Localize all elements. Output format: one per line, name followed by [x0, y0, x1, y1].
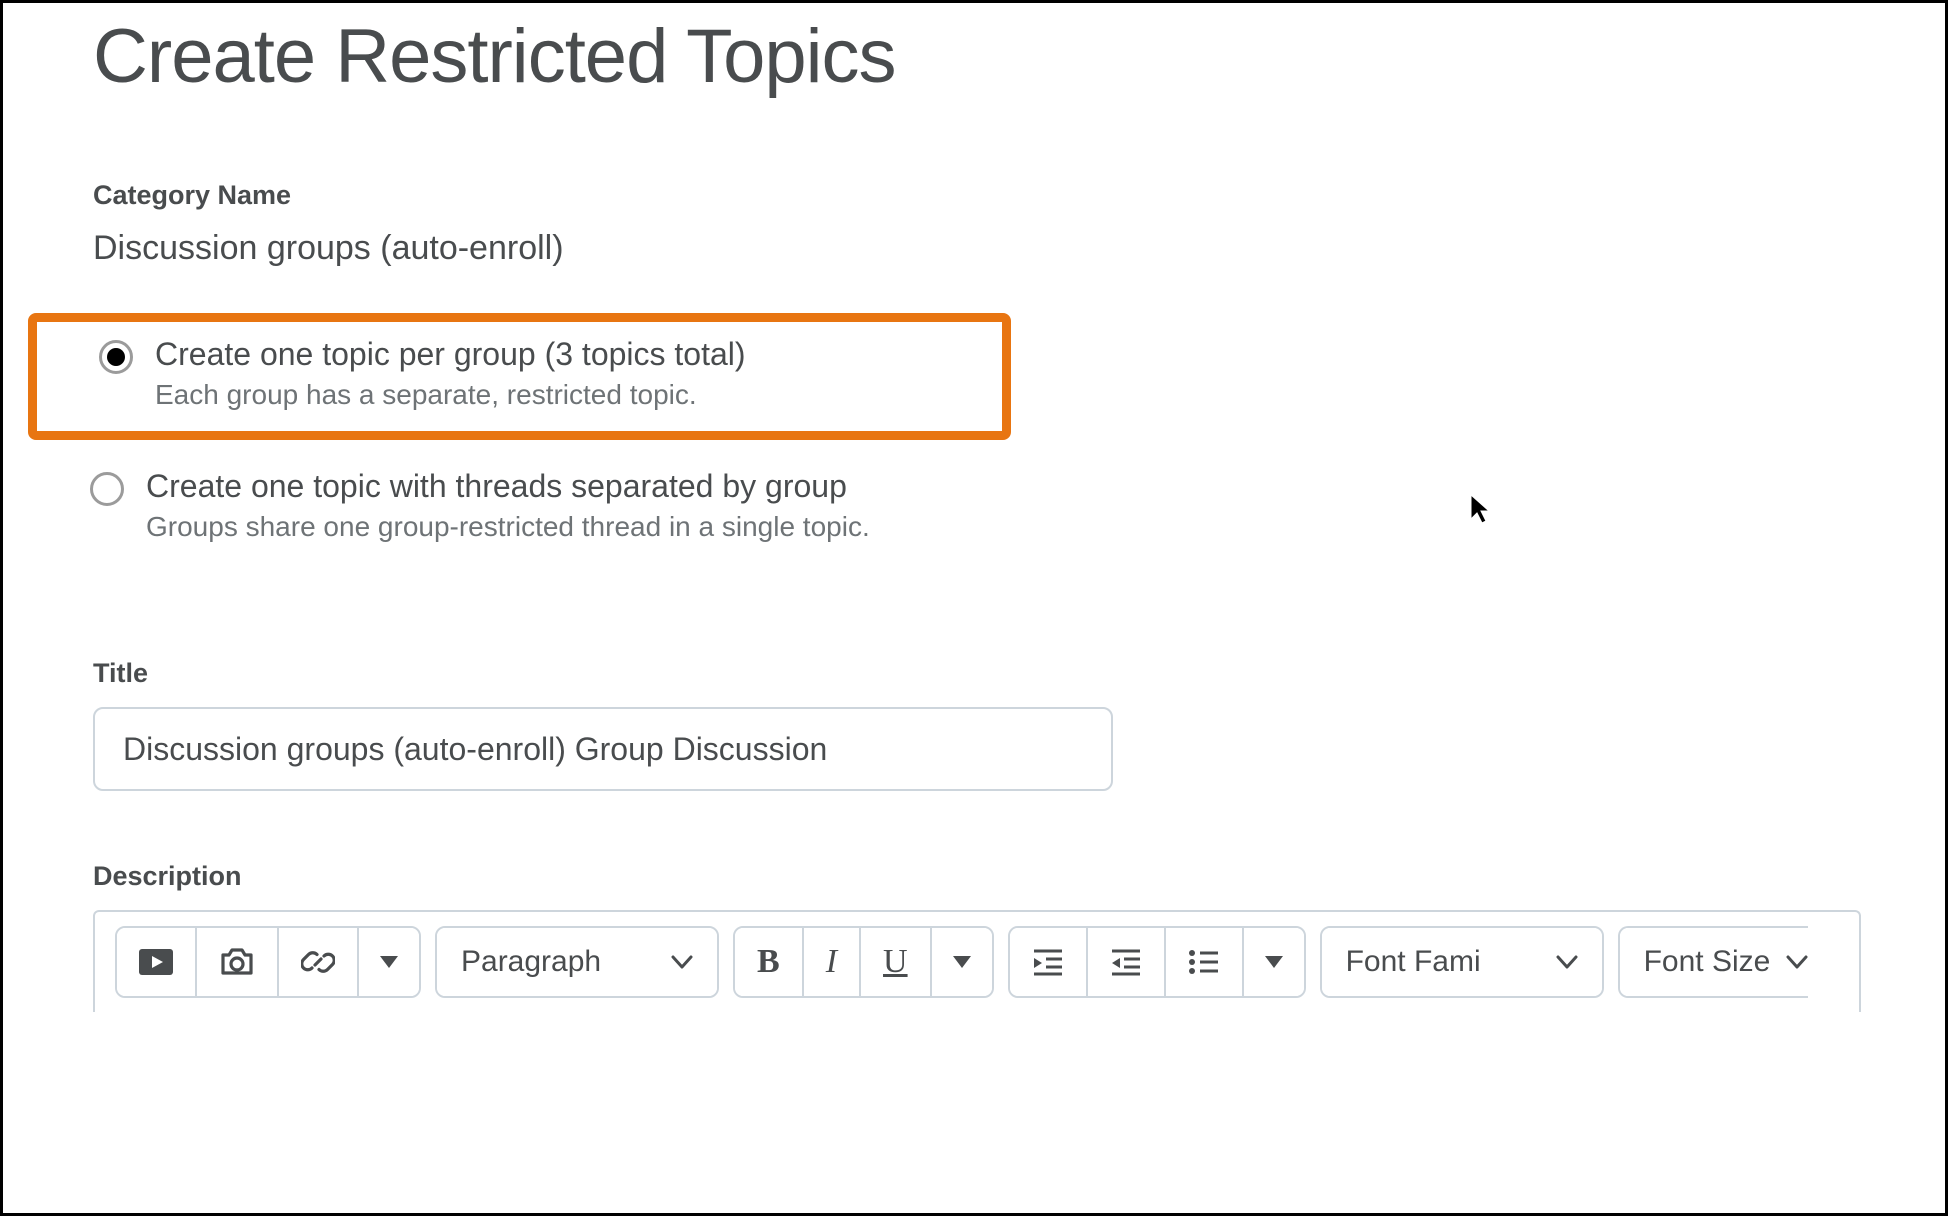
paragraph-style-label: Paragraph [461, 945, 601, 979]
insert-link-button[interactable] [279, 928, 359, 996]
indent-left-icon [1110, 948, 1142, 976]
option-create-per-group[interactable]: Create one topic per group (3 topics tot… [28, 313, 1011, 440]
caret-down-icon [380, 956, 398, 968]
media-link-group [115, 926, 421, 998]
font-family-group: Font Fami [1320, 926, 1604, 998]
bullet-list-button[interactable] [1166, 928, 1244, 996]
media-link-more-dropdown[interactable] [359, 928, 419, 996]
bullet-list-icon [1188, 948, 1220, 976]
underline-button[interactable]: U [861, 928, 932, 996]
option-per-group-label: Create one topic per group (3 topics tot… [155, 336, 746, 373]
description-editor: Paragraph B I U [93, 910, 1861, 1012]
font-family-dropdown[interactable]: Font Fami [1322, 928, 1602, 996]
camera-icon [219, 948, 255, 976]
increase-indent-button[interactable] [1010, 928, 1088, 996]
paragraph-style-group: Paragraph [435, 926, 719, 998]
paragraph-style-dropdown[interactable]: Paragraph [437, 928, 717, 996]
indent-right-icon [1032, 948, 1064, 976]
page-title: Create Restricted Topics [93, 13, 1855, 100]
insert-image-button[interactable] [197, 928, 279, 996]
indent-list-more-dropdown[interactable] [1244, 928, 1304, 996]
category-name-value: Discussion groups (auto-enroll) [93, 229, 1855, 268]
underline-icon: U [883, 943, 908, 981]
radio-button-single-topic[interactable] [90, 472, 124, 506]
text-format-group: B I U [733, 926, 994, 998]
caret-down-icon [953, 956, 971, 968]
description-label: Description [93, 861, 1855, 892]
chevron-down-icon [1556, 955, 1578, 969]
topic-creation-options: Create one topic per group (3 topics tot… [28, 313, 1855, 563]
bold-button[interactable]: B [735, 928, 804, 996]
font-size-dropdown[interactable]: Font Size [1620, 928, 1808, 996]
option-per-group-desc: Each group has a separate, restricted to… [155, 379, 746, 411]
category-name-label: Category Name [93, 180, 1855, 211]
text-format-more-dropdown[interactable] [932, 928, 992, 996]
font-size-label: Font Size [1644, 945, 1770, 979]
font-size-group: Font Size [1618, 926, 1808, 998]
video-icon [139, 949, 173, 975]
indent-list-group [1008, 926, 1306, 998]
chevron-down-icon [1786, 955, 1808, 969]
option-create-single-topic[interactable]: Create one topic with threads separated … [28, 458, 1855, 563]
option-single-topic-label: Create one topic with threads separated … [146, 468, 870, 505]
chevron-down-icon [671, 955, 693, 969]
option-single-topic-desc: Groups share one group-restricted thread… [146, 511, 870, 543]
font-family-label: Font Fami [1346, 945, 1481, 979]
italic-button[interactable]: I [804, 928, 861, 996]
title-input[interactable] [93, 707, 1113, 791]
bold-icon: B [757, 943, 780, 981]
radio-button-per-group[interactable] [99, 340, 133, 374]
decrease-indent-button[interactable] [1088, 928, 1166, 996]
link-icon [301, 945, 335, 979]
insert-video-button[interactable] [117, 928, 197, 996]
caret-down-icon [1265, 956, 1283, 968]
title-label: Title [93, 658, 1855, 689]
editor-toolbar: Paragraph B I U [95, 912, 1859, 1012]
italic-icon: I [826, 943, 837, 981]
